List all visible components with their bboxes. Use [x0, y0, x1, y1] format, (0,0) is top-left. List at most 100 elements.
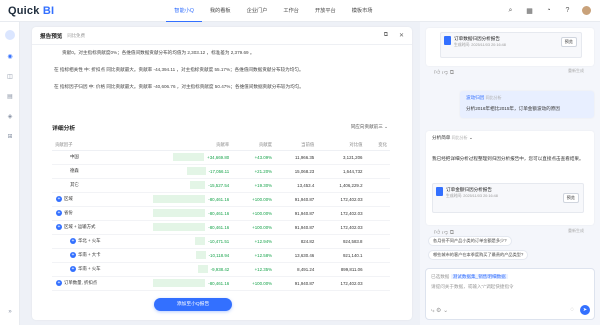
cell-share: +12.58% [232, 248, 276, 263]
table-row[interactable]: + 华南 + 大卡 -10,118.94 +12.58% 13,630.46 921,14… [52, 248, 390, 263]
cell-cur: 91,940.87 [275, 276, 318, 291]
retry-link-1[interactable]: 重新生成 [568, 68, 584, 74]
chat-input-placeholder[interactable]: 请提问关于数据，或输入"/"调起快捷指令 [431, 284, 514, 290]
grid-icon[interactable]: ▦ [524, 5, 535, 16]
col-header[interactable]: 贡献因子 [52, 140, 138, 151]
user-avatar-icon[interactable] [5, 30, 15, 40]
suggestion-2[interactable]: 哪些城市的客户在本季度购买了最贵的产品类型? [428, 250, 529, 260]
question-text: 分析2016年相比2015年，订单金额波动的原因 [466, 106, 560, 111]
sort-select[interactable]: 同应向贡献前三 ⌄ [351, 124, 388, 130]
data-icon[interactable]: ◫ [5, 72, 15, 82]
retry-link-2[interactable]: 重新生成 [568, 228, 584, 234]
nav-portal[interactable]: 企业门户 [239, 0, 276, 22]
cell-cmp: 3,121,206 [317, 150, 366, 165]
cell-cmp: 1,644,732 [317, 164, 366, 179]
cell-change [365, 206, 390, 221]
table-row[interactable]: 中国 +34,669.80 +43.09% 11,966.35 3,121,206 [52, 150, 390, 165]
nav-smart-q[interactable]: 智能小Q [166, 0, 202, 22]
contribution-value: -10,118.94 [208, 252, 230, 258]
col-header[interactable]: 贡献率 [137, 140, 233, 151]
copy-icon[interactable]: ⧉ [384, 32, 388, 39]
doc-card-2[interactable]: 订单金额归因分析报告 生成时间: 2025/11/03 20:16:48 预览 [432, 183, 584, 213]
cell-change [365, 276, 390, 291]
cell-share: +100.00% [232, 192, 276, 207]
nav-workbench[interactable]: 工作台 [275, 0, 307, 22]
row-dimension: 区域 [64, 196, 73, 202]
expand-icon[interactable]: + [56, 223, 62, 230]
add-to-report-button[interactable]: 添加至小Q报告 [154, 298, 232, 311]
cell-cmp: 172,402.03 [317, 220, 366, 235]
cell-share: +12.35% [232, 262, 276, 277]
doc-card-1[interactable]: 订单数据归因分析报告 生成时间: 2025/11/03 20:16:48 预览 [440, 32, 582, 58]
contribution-bar [172, 153, 205, 161]
selected-dataset: 已选数据 测试数据集_销售明细数据 [431, 274, 508, 279]
cell-cmp: 921,140.1 [317, 248, 366, 263]
contribution-value: -80,461.16 [208, 280, 230, 286]
expand-icon[interactable]: + [56, 209, 62, 216]
contribution-bar [189, 181, 206, 189]
expand-icon[interactable]: + [70, 265, 76, 272]
cell-cur: 11,966.35 [275, 150, 318, 165]
expand-icon[interactable]: + [56, 279, 62, 286]
like-icon[interactable]: 👍︎ 👎︎ ⧉ [434, 68, 454, 77]
collapse-icon[interactable]: » [5, 307, 15, 317]
row-dimension: 华南 + 大卡 [78, 252, 101, 258]
bell-icon[interactable]: ◔ [543, 5, 554, 16]
expand-icon[interactable]: + [70, 237, 76, 244]
search-icon[interactable]: ⌕ [505, 5, 516, 16]
avatar[interactable] [581, 5, 592, 16]
document-icon [444, 36, 451, 45]
cell-change [365, 248, 390, 263]
expand-icon[interactable]: + [56, 195, 62, 202]
input-tools[interactable]: ⤷ ⚙ ⌄ [431, 307, 448, 315]
expand-icon[interactable]: + [70, 251, 76, 258]
cell-share: +100.00% [232, 276, 276, 291]
cell-cmp: 924,583.8 [317, 234, 366, 249]
app-logo[interactable]: Quick BI [8, 5, 54, 17]
suggestion-1[interactable]: 各月份不同产品小类的订单金额是多少? [428, 236, 512, 246]
knowledge-icon[interactable]: ◈ [5, 112, 15, 122]
preview-button-2[interactable]: 预览 [562, 193, 579, 203]
cell-cur: 8,491.24 [275, 262, 318, 277]
col-header[interactable]: 变化 [365, 140, 390, 151]
row-dimension: 中国 [70, 154, 79, 159]
cell-cur: 824.82 [275, 234, 318, 249]
close-icon[interactable]: ✕ [399, 32, 404, 39]
table-row[interactable]: + 订单数量, 折扣点 -80,461.16 +100.00% 91,940.87 172… [52, 276, 390, 291]
col-header[interactable]: 对比值 [317, 140, 366, 151]
col-header[interactable]: 当前值 [275, 140, 318, 151]
step-label[interactable]: 分析简单 同比分析 ⌄ [432, 135, 473, 141]
row-dimension: 订单数量, 折扣点 [64, 280, 98, 286]
row-dimension: 德森 [70, 168, 79, 173]
col-header[interactable]: 贡献度 [232, 140, 276, 151]
panel-subtitle: 同比免费 [67, 32, 85, 38]
cell-share: +100.00% [232, 220, 276, 235]
user-question: 波动归因 同比分析 分析2016年相比2015年，订单金额波动的原因 [460, 91, 594, 118]
table-row[interactable]: + 省份 -80,461.16 +100.00% 91,940.87 172,402.03 [52, 206, 390, 221]
apps-icon[interactable]: ⊞ [5, 132, 15, 142]
table-row[interactable]: + 华北 + 火车 -10,471.51 +12.94% 824.82 924,583.8 [52, 234, 390, 249]
nav-my-boards[interactable]: 我的看板 [202, 0, 239, 22]
cell-change [365, 164, 390, 179]
contribution-value: +34,669.80 [207, 154, 230, 160]
send-icon[interactable]: ➤ [580, 305, 590, 315]
mic-icon[interactable]: ◌ [570, 307, 574, 313]
table-row[interactable]: 德森 -17,056.11 +21.20% 15,068.23 1,644,732 [52, 164, 390, 179]
nav-template-market[interactable]: 模板市场 [344, 0, 381, 22]
table-row[interactable]: + 区域 -80,461.16 +100.00% 91,940.87 172,402.03 [52, 192, 390, 207]
cell-cur: 91,940.87 [275, 206, 318, 221]
table-row[interactable]: 其它 -15,527.54 +19.30% 13,453.4 1,406,229.2 [52, 178, 390, 193]
nav-open-platform[interactable]: 开放平台 [307, 0, 344, 22]
cell-change [365, 262, 390, 277]
contribution-value: -80,461.16 [208, 224, 230, 230]
report-icon[interactable]: ▤ [5, 92, 15, 102]
table-row[interactable]: + 区域 + 运输方式 -80,461.16 +100.00% 91,940.87 172… [52, 220, 390, 235]
contribution-value: -17,056.11 [208, 168, 230, 174]
preview-button[interactable]: 预览 [560, 37, 577, 47]
panel-title: 报告预览 [40, 33, 63, 40]
table-row[interactable]: + 华南 + 火车 -9,938.42 +12.35% 8,491.24 899,811.… [52, 262, 390, 277]
chat-icon[interactable]: ◉ [5, 52, 15, 62]
chat-input-box[interactable]: 已选数据 测试数据集_销售明细数据 请提问关于数据，或输入"/"调起快捷指令 ⤷… [425, 268, 595, 320]
help-icon[interactable]: ? [562, 5, 573, 16]
doc-message-1: 订单数据归因分析报告 生成时间: 2025/11/03 20:16:48 预览 [426, 28, 594, 66]
